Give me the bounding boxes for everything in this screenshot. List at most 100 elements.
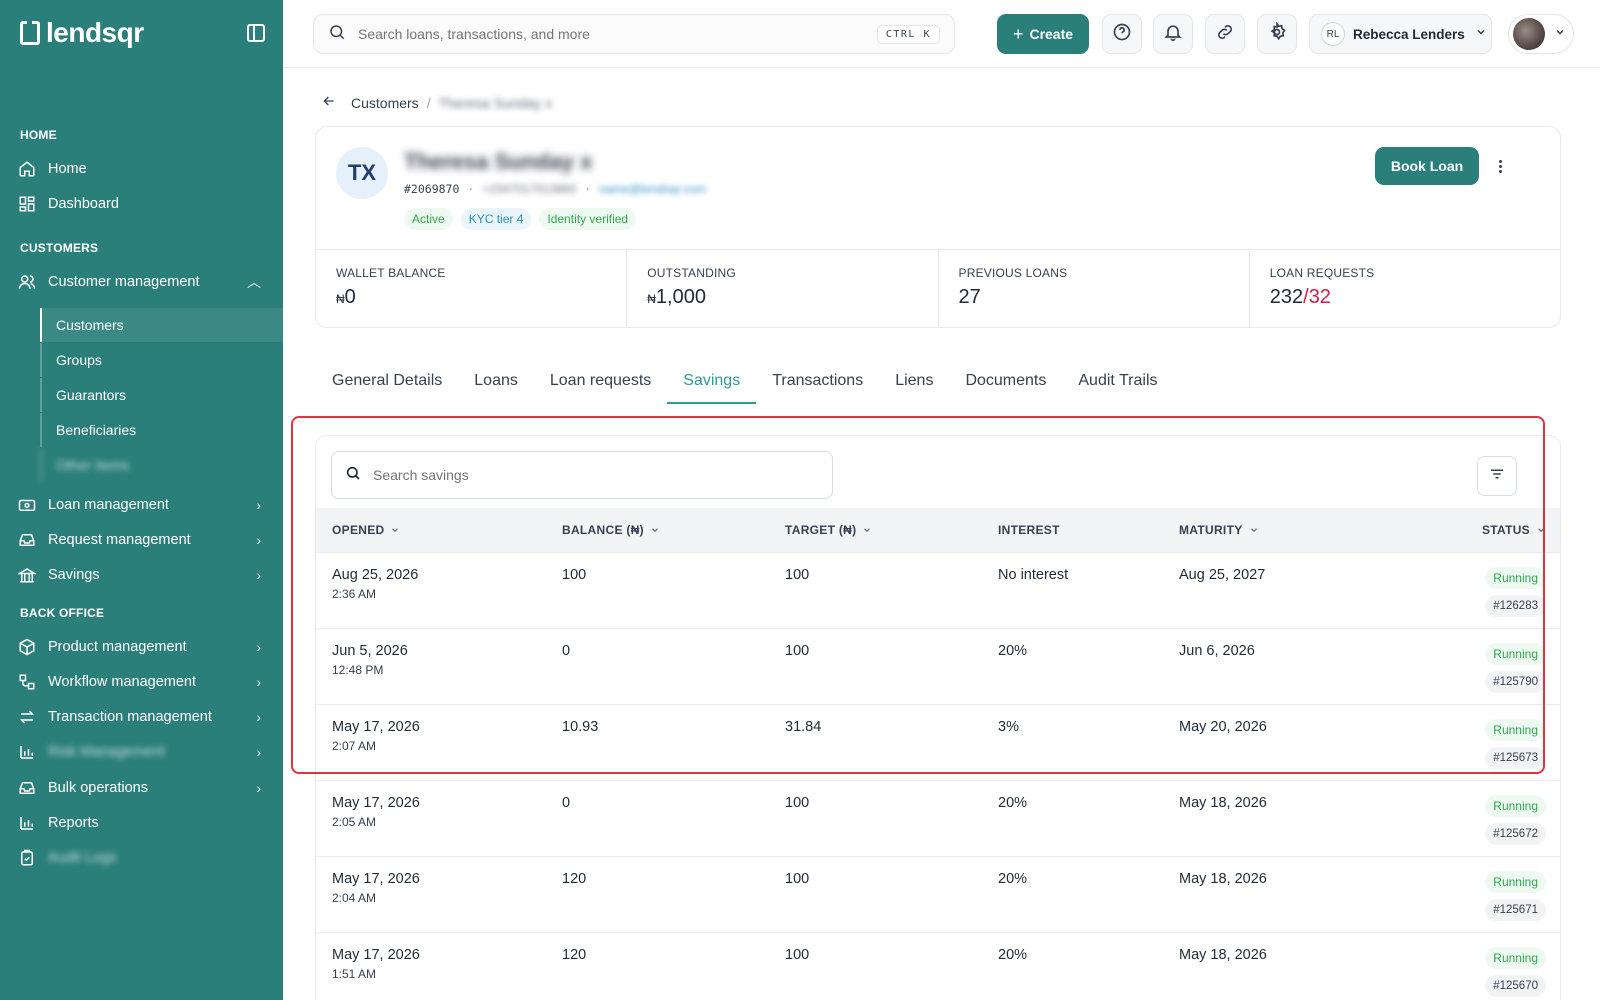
sidebar-item-guarantors[interactable]: Guarantors — [40, 378, 283, 412]
cell-opened: May 17, 2026 1:51 AM — [332, 947, 420, 981]
sidebar-item-dashboard[interactable]: Dashboard — [0, 187, 283, 221]
brand-logo[interactable]: lendsqr — [20, 17, 144, 49]
savings-id-badge: #125670 — [1485, 975, 1546, 997]
user-menu-button[interactable]: RL Rebecca Lenders — [1309, 14, 1492, 54]
table-row[interactable]: May 17, 2026 2:07 AM 10.93 31.84 3% May 2… — [316, 704, 1560, 780]
tab-general-details[interactable]: General Details — [316, 358, 458, 404]
sidebar-item-home[interactable]: Home — [0, 152, 283, 186]
cell-balance: 120 — [562, 947, 587, 963]
tab-liens[interactable]: Liens — [879, 358, 949, 404]
savings-search[interactable] — [331, 451, 833, 499]
column-target[interactable]: TARGET (₦) — [785, 523, 872, 537]
sidebar-item-groups[interactable]: Groups — [40, 343, 283, 377]
stat-wallet-balance: WALLET BALANCE ₦0 — [316, 250, 628, 328]
table-row[interactable]: May 17, 2026 1:51 AM 120 100 20% May 18, … — [316, 932, 1560, 1000]
bank-icon — [18, 566, 36, 584]
table-row[interactable]: May 17, 2026 2:04 AM 120 100 20% May 18, … — [316, 856, 1560, 932]
cell-interest: 20% — [998, 871, 1028, 887]
column-interest: INTEREST — [998, 523, 1060, 537]
table-row[interactable]: May 17, 2026 2:05 AM 0 100 20% May 18, 20… — [316, 780, 1560, 856]
notifications-button[interactable] — [1153, 14, 1193, 54]
sidebar-item-request-management[interactable]: Request management › — [0, 523, 283, 557]
cell-opened: May 17, 2026 2:04 AM — [332, 871, 420, 905]
box-icon — [18, 638, 36, 656]
tab-savings[interactable]: Savings — [667, 358, 757, 404]
breadcrumb: Customers / Theresa Sunday x — [321, 93, 552, 112]
cell-maturity: May 20, 2026 — [1179, 719, 1267, 735]
cell-interest: 20% — [998, 643, 1028, 659]
breadcrumb-separator: / — [426, 94, 431, 111]
cell-maturity: Jun 6, 2026 — [1179, 643, 1255, 659]
user-name: Rebecca Lenders — [1353, 26, 1465, 42]
sidebar-item-loan-management[interactable]: Loan management › — [0, 488, 283, 522]
section-back-office: BACK OFFICE — [20, 606, 105, 620]
inbox-icon — [18, 531, 36, 549]
customer-name: Theresa Sunday x — [404, 149, 593, 174]
help-button[interactable] — [1102, 14, 1142, 54]
breadcrumb-current: Theresa Sunday x — [438, 94, 553, 111]
savings-search-input[interactable] — [373, 467, 793, 483]
sidebar-label: Bulk operations — [48, 780, 148, 796]
chevron-up-icon: ︿ — [247, 274, 261, 290]
users-icon — [18, 273, 36, 291]
back-arrow-icon[interactable] — [321, 93, 337, 112]
sidebar-item-beneficiaries[interactable]: Beneficiaries — [40, 413, 283, 447]
global-search-input[interactable] — [358, 26, 858, 42]
status-badge: Running — [1485, 567, 1546, 589]
more-options-icon[interactable] — [1490, 154, 1510, 178]
filter-button[interactable] — [1477, 456, 1517, 496]
settings-button[interactable] — [1257, 14, 1297, 54]
cell-maturity: May 18, 2026 — [1179, 871, 1267, 887]
book-loan-button[interactable]: Book Loan — [1375, 147, 1479, 185]
cell-maturity: May 18, 2026 — [1179, 795, 1267, 811]
cell-maturity: Aug 25, 2027 — [1179, 567, 1266, 583]
column-balance[interactable]: BALANCE (₦) — [562, 523, 660, 537]
brand-name: lendsqr — [46, 17, 144, 48]
sidebar-label: Product management — [48, 639, 187, 655]
tab-documents[interactable]: Documents — [949, 358, 1062, 404]
sidebar-label: Request management — [48, 532, 191, 548]
tab-transactions[interactable]: Transactions — [756, 358, 879, 404]
sidebar-item-savings[interactable]: Savings › — [0, 558, 283, 592]
sidebar-item-workflow-management[interactable]: Workflow management › — [0, 665, 283, 699]
tab-loan-requests[interactable]: Loan requests — [534, 358, 667, 404]
sidebar-item-customers[interactable]: Customers — [40, 308, 283, 342]
stat-loan-requests: LOAN REQUESTS 232/32 — [1250, 250, 1560, 328]
status-badge: Running — [1485, 795, 1546, 817]
column-status[interactable]: STATUS — [1482, 523, 1546, 537]
links-button[interactable] — [1205, 14, 1245, 54]
sidebar-label: Audit Logs — [48, 850, 117, 866]
workflow-icon — [18, 673, 36, 691]
global-search[interactable]: CTRL K — [313, 14, 955, 54]
profile-avatar-button[interactable] — [1508, 14, 1574, 54]
collapse-sidebar-icon[interactable] — [247, 24, 265, 42]
savings-table-card: OPENED BALANCE (₦) TARGET (₦) INTEREST M… — [315, 435, 1561, 1000]
sidebar-item-customer-management[interactable]: Customer management ︿ — [0, 265, 283, 299]
cell-balance: 100 — [562, 567, 587, 583]
sidebar-item-hidden[interactable]: Other Items — [40, 448, 283, 482]
sidebar-item-transaction-management[interactable]: Transaction management › — [0, 700, 283, 734]
tab-loans[interactable]: Loans — [458, 358, 534, 404]
column-opened[interactable]: OPENED — [332, 523, 400, 537]
plus-icon: + — [1012, 23, 1024, 44]
table-row[interactable]: Aug 25, 2026 2:36 AM 100 100 No interest … — [316, 552, 1560, 628]
sidebar-item-reports[interactable]: Reports — [0, 806, 283, 840]
cell-target: 100 — [785, 795, 810, 811]
filter-icon — [1488, 465, 1506, 488]
sidebar-item-hidden-1[interactable]: Risk Management › — [0, 735, 283, 769]
stat-previous-loans: PREVIOUS LOANS 27 — [939, 250, 1250, 328]
create-button[interactable]: + Create — [997, 14, 1089, 54]
sidebar-label: Loan management — [48, 497, 169, 513]
cell-opened: May 17, 2026 2:07 AM — [332, 719, 420, 753]
stat-outstanding: OUTSTANDING ₦1,000 — [627, 250, 939, 328]
table-row[interactable]: Jun 5, 2026 12:48 PM 0 100 20% Jun 6, 202… — [316, 628, 1560, 704]
sidebar-item-bulk-operations[interactable]: Bulk operations › — [0, 771, 283, 805]
breadcrumb-customers[interactable]: Customers — [351, 95, 419, 111]
sidebar-label: Reports — [48, 815, 99, 831]
tab-audit-trails[interactable]: Audit Trails — [1062, 358, 1173, 404]
column-maturity[interactable]: MATURITY — [1179, 523, 1259, 537]
cell-opened: May 17, 2026 2:05 AM — [332, 795, 420, 829]
sidebar-item-product-management[interactable]: Product management › — [0, 630, 283, 664]
sidebar-item-hidden-2[interactable]: Audit Logs — [0, 841, 283, 875]
savings-id-badge: #125790 — [1485, 671, 1546, 693]
